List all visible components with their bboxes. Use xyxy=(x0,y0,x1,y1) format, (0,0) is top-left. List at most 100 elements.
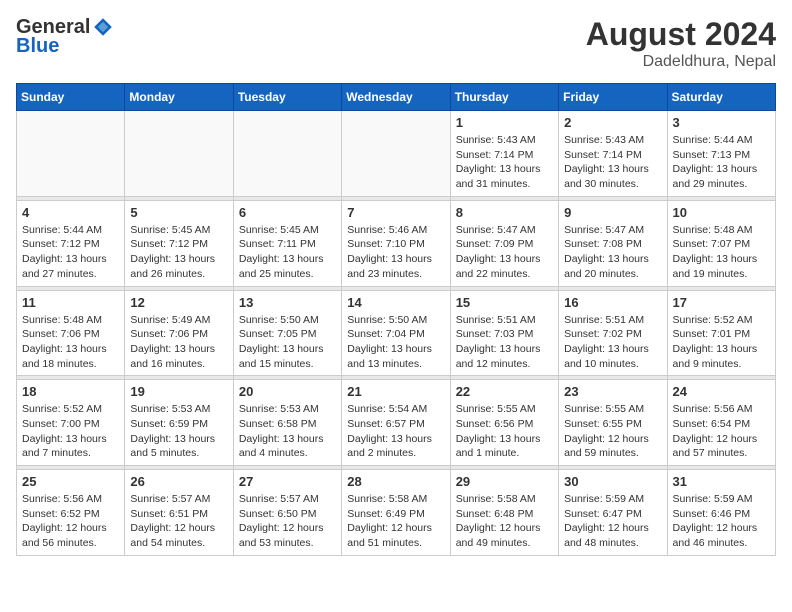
day-number: 20 xyxy=(239,384,336,399)
calendar-cell: 26 Sunrise: 5:57 AM Sunset: 6:51 PM Dayli… xyxy=(125,470,233,556)
day-info: Sunrise: 5:43 AM Sunset: 7:14 PM Dayligh… xyxy=(456,133,553,192)
calendar-cell: 1 Sunrise: 5:43 AM Sunset: 7:14 PM Daylig… xyxy=(450,111,558,197)
day-number: 23 xyxy=(564,384,661,399)
header-row: SundayMondayTuesdayWednesdayThursdayFrid… xyxy=(17,84,776,111)
day-number: 8 xyxy=(456,205,553,220)
day-number: 3 xyxy=(673,115,770,130)
day-info: Sunrise: 5:52 AM Sunset: 7:00 PM Dayligh… xyxy=(22,402,119,461)
day-info: Sunrise: 5:50 AM Sunset: 7:04 PM Dayligh… xyxy=(347,313,444,372)
day-info: Sunrise: 5:55 AM Sunset: 6:56 PM Dayligh… xyxy=(456,402,553,461)
calendar-cell: 4 Sunrise: 5:44 AM Sunset: 7:12 PM Daylig… xyxy=(17,200,125,286)
col-header-friday: Friday xyxy=(559,84,667,111)
day-info: Sunrise: 5:44 AM Sunset: 7:13 PM Dayligh… xyxy=(673,133,770,192)
calendar-cell: 15Sunrise: 5:51 AM Sunset: 7:03 PM Dayli… xyxy=(450,290,558,376)
calendar-cell: 12Sunrise: 5:49 AM Sunset: 7:06 PM Dayli… xyxy=(125,290,233,376)
calendar-cell: 2Sunrise: 5:43 AM Sunset: 7:14 PM Daylig… xyxy=(559,111,667,197)
logo: General Blue xyxy=(16,16,114,58)
day-info: Sunrise: 5:45 AM Sunset: 7:12 PM Dayligh… xyxy=(130,223,227,282)
day-info: Sunrise: 5:44 AM Sunset: 7:12 PM Dayligh… xyxy=(22,223,119,282)
day-info: Sunrise: 5:54 AM Sunset: 6:57 PM Dayligh… xyxy=(347,402,444,461)
day-number: 25 xyxy=(22,474,119,489)
day-info: Sunrise: 5:51 AM Sunset: 7:02 PM Dayligh… xyxy=(564,313,661,372)
calendar-cell: 9Sunrise: 5:47 AM Sunset: 7:08 PM Daylig… xyxy=(559,200,667,286)
day-info: Sunrise: 5:57 AM Sunset: 6:50 PM Dayligh… xyxy=(239,492,336,551)
calendar-cell: 30 Sunrise: 5:59 AM Sunset: 6:47 PM Dayli… xyxy=(559,470,667,556)
week-row-1: 1 Sunrise: 5:43 AM Sunset: 7:14 PM Daylig… xyxy=(17,111,776,197)
day-info: Sunrise: 5:43 AM Sunset: 7:14 PM Dayligh… xyxy=(564,133,661,192)
col-header-wednesday: Wednesday xyxy=(342,84,450,111)
calendar-cell: 27 Sunrise: 5:57 AM Sunset: 6:50 PM Dayli… xyxy=(233,470,341,556)
day-info: Sunrise: 5:57 AM Sunset: 6:51 PM Dayligh… xyxy=(130,492,227,551)
day-info: Sunrise: 5:56 AM Sunset: 6:52 PM Dayligh… xyxy=(22,492,119,551)
calendar-cell xyxy=(342,111,450,197)
day-number: 5 xyxy=(130,205,227,220)
calendar-cell: 29 Sunrise: 5:58 AM Sunset: 6:48 PM Dayli… xyxy=(450,470,558,556)
day-number: 13 xyxy=(239,295,336,310)
day-number: 4 xyxy=(22,205,119,220)
calendar-cell: 19 Sunrise: 5:53 AM Sunset: 6:59 PM Dayli… xyxy=(125,380,233,466)
week-row-3: 11Sunrise: 5:48 AM Sunset: 7:06 PM Dayli… xyxy=(17,290,776,376)
day-info: Sunrise: 5:58 AM Sunset: 6:49 PM Dayligh… xyxy=(347,492,444,551)
calendar-cell: 5 Sunrise: 5:45 AM Sunset: 7:12 PM Daylig… xyxy=(125,200,233,286)
calendar-cell: 8 Sunrise: 5:47 AM Sunset: 7:09 PM Daylig… xyxy=(450,200,558,286)
day-info: Sunrise: 5:59 AM Sunset: 6:47 PM Dayligh… xyxy=(564,492,661,551)
calendar-cell: 21Sunrise: 5:54 AM Sunset: 6:57 PM Dayli… xyxy=(342,380,450,466)
day-info: Sunrise: 5:48 AM Sunset: 7:07 PM Dayligh… xyxy=(673,223,770,282)
calendar-cell: 11Sunrise: 5:48 AM Sunset: 7:06 PM Dayli… xyxy=(17,290,125,376)
calendar-cell: 24Sunrise: 5:56 AM Sunset: 6:54 PM Dayli… xyxy=(667,380,775,466)
calendar-cell: 7 Sunrise: 5:46 AM Sunset: 7:10 PM Daylig… xyxy=(342,200,450,286)
location: Dadeldhura, Nepal xyxy=(586,53,776,71)
calendar-cell xyxy=(17,111,125,197)
day-number: 10 xyxy=(673,205,770,220)
week-row-4: 18 Sunrise: 5:52 AM Sunset: 7:00 PM Dayli… xyxy=(17,380,776,466)
col-header-sunday: Sunday xyxy=(17,84,125,111)
calendar-cell: 17Sunrise: 5:52 AM Sunset: 7:01 PM Dayli… xyxy=(667,290,775,376)
day-number: 27 xyxy=(239,474,336,489)
day-number: 30 xyxy=(564,474,661,489)
page-header: General Blue August 2024 Dadeldhura, Nep… xyxy=(16,16,776,71)
col-header-tuesday: Tuesday xyxy=(233,84,341,111)
calendar-cell: 20 Sunrise: 5:53 AM Sunset: 6:58 PM Dayli… xyxy=(233,380,341,466)
day-number: 14 xyxy=(347,295,444,310)
day-number: 22 xyxy=(456,384,553,399)
calendar-cell: 31 Sunrise: 5:59 AM Sunset: 6:46 PM Dayli… xyxy=(667,470,775,556)
day-number: 19 xyxy=(130,384,227,399)
day-number: 12 xyxy=(130,295,227,310)
day-info: Sunrise: 5:47 AM Sunset: 7:08 PM Dayligh… xyxy=(564,223,661,282)
day-info: Sunrise: 5:51 AM Sunset: 7:03 PM Dayligh… xyxy=(456,313,553,372)
day-number: 16 xyxy=(564,295,661,310)
day-number: 18 xyxy=(22,384,119,399)
calendar-cell xyxy=(125,111,233,197)
day-info: Sunrise: 5:48 AM Sunset: 7:06 PM Dayligh… xyxy=(22,313,119,372)
calendar-cell: 14 Sunrise: 5:50 AM Sunset: 7:04 PM Dayli… xyxy=(342,290,450,376)
day-info: Sunrise: 5:55 AM Sunset: 6:55 PM Dayligh… xyxy=(564,402,661,461)
day-info: Sunrise: 5:53 AM Sunset: 6:58 PM Dayligh… xyxy=(239,402,336,461)
week-row-2: 4 Sunrise: 5:44 AM Sunset: 7:12 PM Daylig… xyxy=(17,200,776,286)
day-number: 6 xyxy=(239,205,336,220)
week-row-5: 25 Sunrise: 5:56 AM Sunset: 6:52 PM Dayli… xyxy=(17,470,776,556)
day-info: Sunrise: 5:46 AM Sunset: 7:10 PM Dayligh… xyxy=(347,223,444,282)
day-number: 26 xyxy=(130,474,227,489)
calendar-cell: 25 Sunrise: 5:56 AM Sunset: 6:52 PM Dayli… xyxy=(17,470,125,556)
day-info: Sunrise: 5:45 AM Sunset: 7:11 PM Dayligh… xyxy=(239,223,336,282)
day-number: 29 xyxy=(456,474,553,489)
calendar-cell xyxy=(233,111,341,197)
day-info: Sunrise: 5:50 AM Sunset: 7:05 PM Dayligh… xyxy=(239,313,336,372)
day-info: Sunrise: 5:58 AM Sunset: 6:48 PM Dayligh… xyxy=(456,492,553,551)
day-number: 7 xyxy=(347,205,444,220)
calendar-cell: 23 Sunrise: 5:55 AM Sunset: 6:55 PM Dayli… xyxy=(559,380,667,466)
month-year: August 2024 xyxy=(586,16,776,53)
calendar-cell: 13 Sunrise: 5:50 AM Sunset: 7:05 PM Dayli… xyxy=(233,290,341,376)
day-info: Sunrise: 5:47 AM Sunset: 7:09 PM Dayligh… xyxy=(456,223,553,282)
day-info: Sunrise: 5:53 AM Sunset: 6:59 PM Dayligh… xyxy=(130,402,227,461)
day-info: Sunrise: 5:59 AM Sunset: 6:46 PM Dayligh… xyxy=(673,492,770,551)
day-number: 24 xyxy=(673,384,770,399)
day-number: 28 xyxy=(347,474,444,489)
title-area: August 2024 Dadeldhura, Nepal xyxy=(586,16,776,71)
calendar-cell: 18 Sunrise: 5:52 AM Sunset: 7:00 PM Dayli… xyxy=(17,380,125,466)
day-number: 31 xyxy=(673,474,770,489)
day-number: 1 xyxy=(456,115,553,130)
calendar-cell: 28 Sunrise: 5:58 AM Sunset: 6:49 PM Dayli… xyxy=(342,470,450,556)
day-number: 17 xyxy=(673,295,770,310)
calendar-cell: 10 Sunrise: 5:48 AM Sunset: 7:07 PM Dayli… xyxy=(667,200,775,286)
